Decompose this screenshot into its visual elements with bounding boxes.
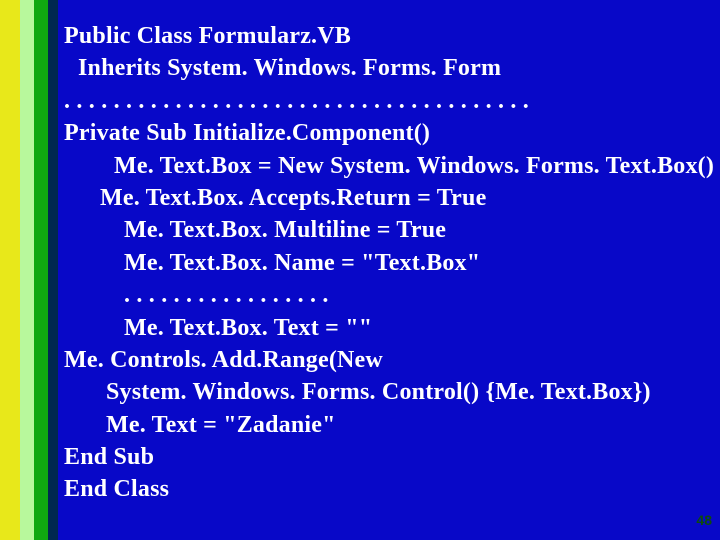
code-line: Inherits System. Windows. Forms. Form [64, 52, 700, 84]
code-line: Me. Text.Box. Text = "" [64, 312, 700, 344]
code-line: Private Sub Initialize.Component() [64, 117, 700, 149]
decor-stripe-lightgreen [20, 0, 34, 540]
code-line: End Class [64, 473, 700, 505]
page-number: 48 [696, 512, 712, 528]
decor-stripe-green [34, 0, 48, 540]
code-line: Me. Text.Box. Multiline = True [64, 214, 700, 246]
decor-stripe-yellow [0, 0, 20, 540]
slide: Public Class Formularz.VB Inherits Syste… [0, 0, 720, 540]
code-line: . . . . . . . . . . . . . . . . . [64, 279, 700, 311]
code-line: Public Class Formularz.VB [64, 20, 700, 52]
code-line: Me. Text.Box. Name = "Text.Box" [64, 247, 700, 279]
code-line: System. Windows. Forms. Control() {Me. T… [64, 376, 700, 408]
code-line: Me. Controls. Add.Range(New [64, 344, 700, 376]
decor-stripe-dark [48, 0, 58, 540]
code-block: Public Class Formularz.VB Inherits Syste… [64, 20, 700, 506]
code-line: Me. Text.Box = New System. Windows. Form… [64, 150, 700, 182]
code-line: End Sub [64, 441, 700, 473]
code-line: Me. Text = "Zadanie" [64, 409, 700, 441]
code-line: Me. Text.Box. Accepts.Return = True [64, 182, 700, 214]
code-line: . . . . . . . . . . . . . . . . . . . . … [64, 85, 700, 117]
